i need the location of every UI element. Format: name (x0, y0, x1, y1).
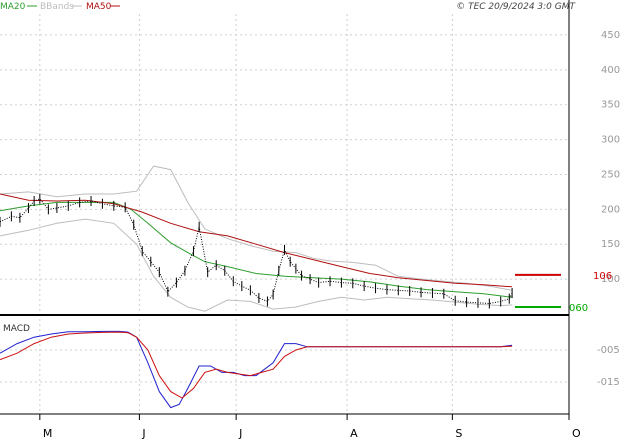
price-panel (0, 165, 513, 312)
y-tick-label: 200 (601, 204, 620, 215)
grid (0, 14, 570, 414)
copyright-text: © TEC 20/9/2024 3:0 GMT (456, 2, 576, 12)
x-tick-label: O (572, 427, 581, 440)
series-line-signal (0, 331, 513, 399)
y-tick-label: 450 (601, 30, 620, 41)
y-tick-label: 400 (601, 65, 620, 76)
legend-bbands-label: BBands (40, 2, 74, 12)
price-line (0, 198, 513, 305)
x-tick-label: A (350, 427, 358, 440)
series-line-ma20 (0, 201, 513, 298)
legend-ma50-label: MA50 (86, 2, 112, 12)
x-tick-label: S (455, 427, 462, 440)
x-tick-label: J (141, 427, 145, 440)
legend: MA20 BBands MA50 (0, 2, 120, 12)
macd-panel (0, 330, 513, 409)
macd-tick-label: -015 (597, 377, 620, 388)
series-line-ma50 (0, 193, 513, 288)
series-line-bbands-upper (0, 165, 513, 291)
marker-label-060: 060 (569, 303, 588, 314)
x-tick-label: J (238, 427, 242, 440)
y-tick-label: 300 (601, 135, 620, 146)
chart-canvas: M J J A S O100150200250300350400450-005-015 1… (0, 0, 620, 440)
x-tick-label: M (43, 427, 53, 440)
price-markers: 106 060 (515, 271, 612, 314)
legend-ma20-label: MA20 (0, 2, 26, 12)
marker-label-106: 106 (593, 271, 612, 282)
y-tick-label: 250 (601, 169, 620, 180)
series-line-macd (0, 330, 513, 409)
macd-tick-label: -005 (597, 345, 620, 356)
macd-title: MACD (3, 324, 30, 334)
series-line-bbands-lower (0, 218, 513, 312)
y-tick-label: 150 (601, 239, 620, 250)
y-tick-label: 350 (601, 100, 620, 111)
